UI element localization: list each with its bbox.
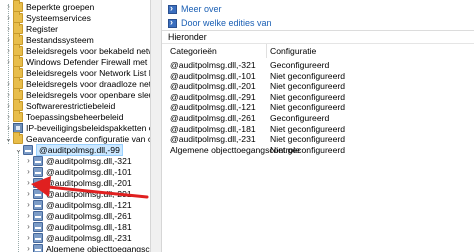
- audit-icon: [23, 144, 33, 155]
- category-cell: @auditpolmsg.dll,-201: [170, 81, 256, 92]
- navigation-tree: › Beperkte groepen › Systeemservices › Regist…: [0, 0, 150, 252]
- tree-item-label: Beleidsregels voor draadloze netwerken (…: [26, 78, 150, 89]
- expand-chevron-icon[interactable]: ›: [24, 188, 33, 199]
- config-cell: Geconfigureerd: [270, 113, 330, 123]
- tree-item-label: @auditpolmsg.dll,-121: [46, 199, 132, 210]
- categories-table: Categorieën Configuratie @auditpolmsg.dl…: [162, 43, 474, 252]
- expand-chevron-icon[interactable]: ›: [24, 155, 33, 166]
- tree-item[interactable]: › Algemene objecttoegangscon: [24, 243, 150, 252]
- tree-item[interactable]: ›Beleidsregels voor openbare sleutels: [4, 87, 150, 100]
- expand-chevron-icon[interactable]: ›: [24, 210, 33, 221]
- tree-item-label: @auditpolmsg.dll,-99: [36, 143, 123, 156]
- tree-item[interactable]: › @auditpolmsg.dll,-261: [24, 210, 132, 221]
- tree-item[interactable]: ›IP-beveiligingsbeleidspakketten op A: [4, 122, 150, 133]
- tree-item[interactable]: › @auditpolmsg.dll,-101: [24, 166, 132, 177]
- expand-chevron-icon[interactable]: ›: [24, 243, 33, 252]
- category-cell: @auditpolmsg.dll,-291: [170, 91, 256, 102]
- tree-item-label: Beleidsregels voor openbare sleutels: [26, 89, 150, 100]
- tree-item-label: @auditpolmsg.dll,-261: [46, 210, 132, 221]
- tree-item[interactable]: › @auditpolmsg.dll,-291: [24, 188, 132, 199]
- tree-item[interactable]: › @auditpolmsg.dll,-321: [24, 155, 132, 166]
- tree-item[interactable]: ⌄Geavanceerde configuratie van contro: [4, 131, 150, 144]
- audit-icon: [33, 188, 43, 199]
- category-cell: @auditpolmsg.dll,-181: [170, 123, 256, 134]
- tree-item-label: @auditpolmsg.dll,-321: [46, 155, 132, 166]
- pane-scrollbar[interactable]: [150, 0, 162, 252]
- tree-item[interactable]: › Softwarerestrictiebeleid: [4, 98, 116, 111]
- audit-icon: [33, 177, 43, 188]
- tree-item-label: Softwarerestrictiebeleid: [26, 100, 116, 111]
- tree-item[interactable]: Beleidsregels voor Network List Mana: [4, 65, 150, 78]
- tree-item-label: @auditpolmsg.dll,-291: [46, 188, 132, 199]
- tree-item-label: Bestandssysteem: [26, 34, 94, 45]
- expand-chevron-icon[interactable]: ›: [24, 166, 33, 177]
- expand-chevron-icon[interactable]: ›: [24, 177, 33, 188]
- tree-item-label: Beperkte groepen: [26, 1, 95, 12]
- meer-over-link[interactable]: Meer over: [181, 4, 222, 14]
- expand-chevron-icon[interactable]: ›: [24, 199, 33, 210]
- details-pane: Meer over Door welke edities van Hierond…: [162, 0, 474, 252]
- table-row[interactable]: Algemene objecttoegangscontrole Niet geco…: [162, 144, 474, 156]
- tree-item[interactable]: › Register: [4, 21, 58, 34]
- category-cell: @auditpolmsg.dll,-121: [170, 102, 256, 113]
- tree-item-label: @auditpolmsg.dll,-201: [46, 177, 132, 188]
- tree-item[interactable]: › @auditpolmsg.dll,-181: [24, 221, 132, 232]
- tree-item-label: Algemene objecttoegangscon: [46, 243, 150, 252]
- config-cell: Niet geconfigureerd: [270, 144, 346, 155]
- tree-item[interactable]: › @auditpolmsg.dll,-121: [24, 199, 132, 210]
- category-cell: @auditpolmsg.dll,-261: [170, 113, 256, 123]
- tree-item-label: @auditpolmsg.dll,-101: [46, 166, 132, 177]
- audit-icon: [33, 199, 43, 210]
- help-link-icon: [168, 17, 177, 28]
- expand-chevron-icon[interactable]: ›: [24, 221, 33, 232]
- config-cell: Niet geconfigureerd: [270, 134, 346, 145]
- expand-chevron-icon[interactable]: ›: [24, 232, 33, 243]
- config-cell: Geconfigureerd: [270, 60, 330, 70]
- tree-item-label: Toepassingsbeheerbeleid: [26, 111, 124, 122]
- audit-icon: [33, 221, 43, 232]
- audit-icon: [33, 232, 43, 243]
- section-header: Hieronder: [162, 30, 474, 42]
- tree-item-label: Geavanceerde configuratie van contro: [26, 133, 150, 144]
- config-cell: Niet geconfigureerd: [270, 123, 346, 134]
- audit-icon: [33, 155, 43, 166]
- audit-icon: [33, 210, 43, 221]
- tree-item-label: @auditpolmsg.dll,-181: [46, 221, 132, 232]
- section-label: Hieronder: [168, 32, 207, 42]
- audit-icon: [33, 243, 43, 252]
- tree-item-label: Windows Defender Firewall met geav: [26, 56, 150, 67]
- tree-item[interactable]: ›Windows Defender Firewall met geav: [4, 54, 150, 67]
- tree-item[interactable]: ›Beleidsregels voor bekabeld netwerk: [4, 43, 150, 56]
- config-cell: Niet geconfigureerd: [270, 70, 346, 81]
- tree-guide-line: [18, 152, 19, 252]
- link-row-meer-over[interactable]: Meer over: [168, 3, 222, 15]
- tree-item-label: @auditpolmsg.dll,-231: [46, 232, 132, 243]
- tree-item-label: IP-beveiligingsbeleidspakketten op A: [26, 122, 150, 133]
- config-cell: Niet geconfigureerd: [270, 81, 346, 92]
- tree-item[interactable]: ⌄ @auditpolmsg.dll,-99: [14, 143, 123, 156]
- tree-item[interactable]: › Toepassingsbeheerbeleid: [4, 109, 124, 122]
- column-header-config[interactable]: Configuratie: [270, 46, 316, 58]
- tree-item-label: Systeemservices: [26, 12, 91, 23]
- category-cell: @auditpolmsg.dll,-321: [170, 60, 256, 70]
- help-link-icon: [168, 3, 177, 14]
- column-header-category[interactable]: Categorieën: [170, 46, 217, 58]
- folder-icon: [13, 131, 23, 144]
- door-welke-edities-link[interactable]: Door welke edities van: [181, 18, 272, 28]
- tree-item[interactable]: ›Beleidsregels voor draadloze netwerken …: [4, 76, 150, 89]
- config-cell: Niet geconfigureerd: [270, 91, 346, 102]
- folder-icon: [13, 109, 23, 122]
- tree-item[interactable]: › @auditpolmsg.dll,-231: [24, 232, 132, 243]
- column-divider[interactable]: [266, 44, 267, 58]
- tree-item-label: Beleidsregels voor bekabeld netwerk: [26, 45, 150, 56]
- category-cell: @auditpolmsg.dll,-231: [170, 134, 256, 145]
- config-cell: Niet geconfigureerd: [270, 102, 346, 113]
- tree-item-label: Register: [26, 23, 58, 34]
- tree-guide-line: [8, 4, 9, 144]
- tree-item[interactable]: › @auditpolmsg.dll,-201: [24, 177, 132, 188]
- audit-icon: [33, 166, 43, 177]
- link-row-door-welke[interactable]: Door welke edities van: [168, 17, 272, 29]
- tree-item-label: Beleidsregels voor Network List Mana: [26, 67, 150, 78]
- category-cell: @auditpolmsg.dll,-101: [170, 70, 256, 81]
